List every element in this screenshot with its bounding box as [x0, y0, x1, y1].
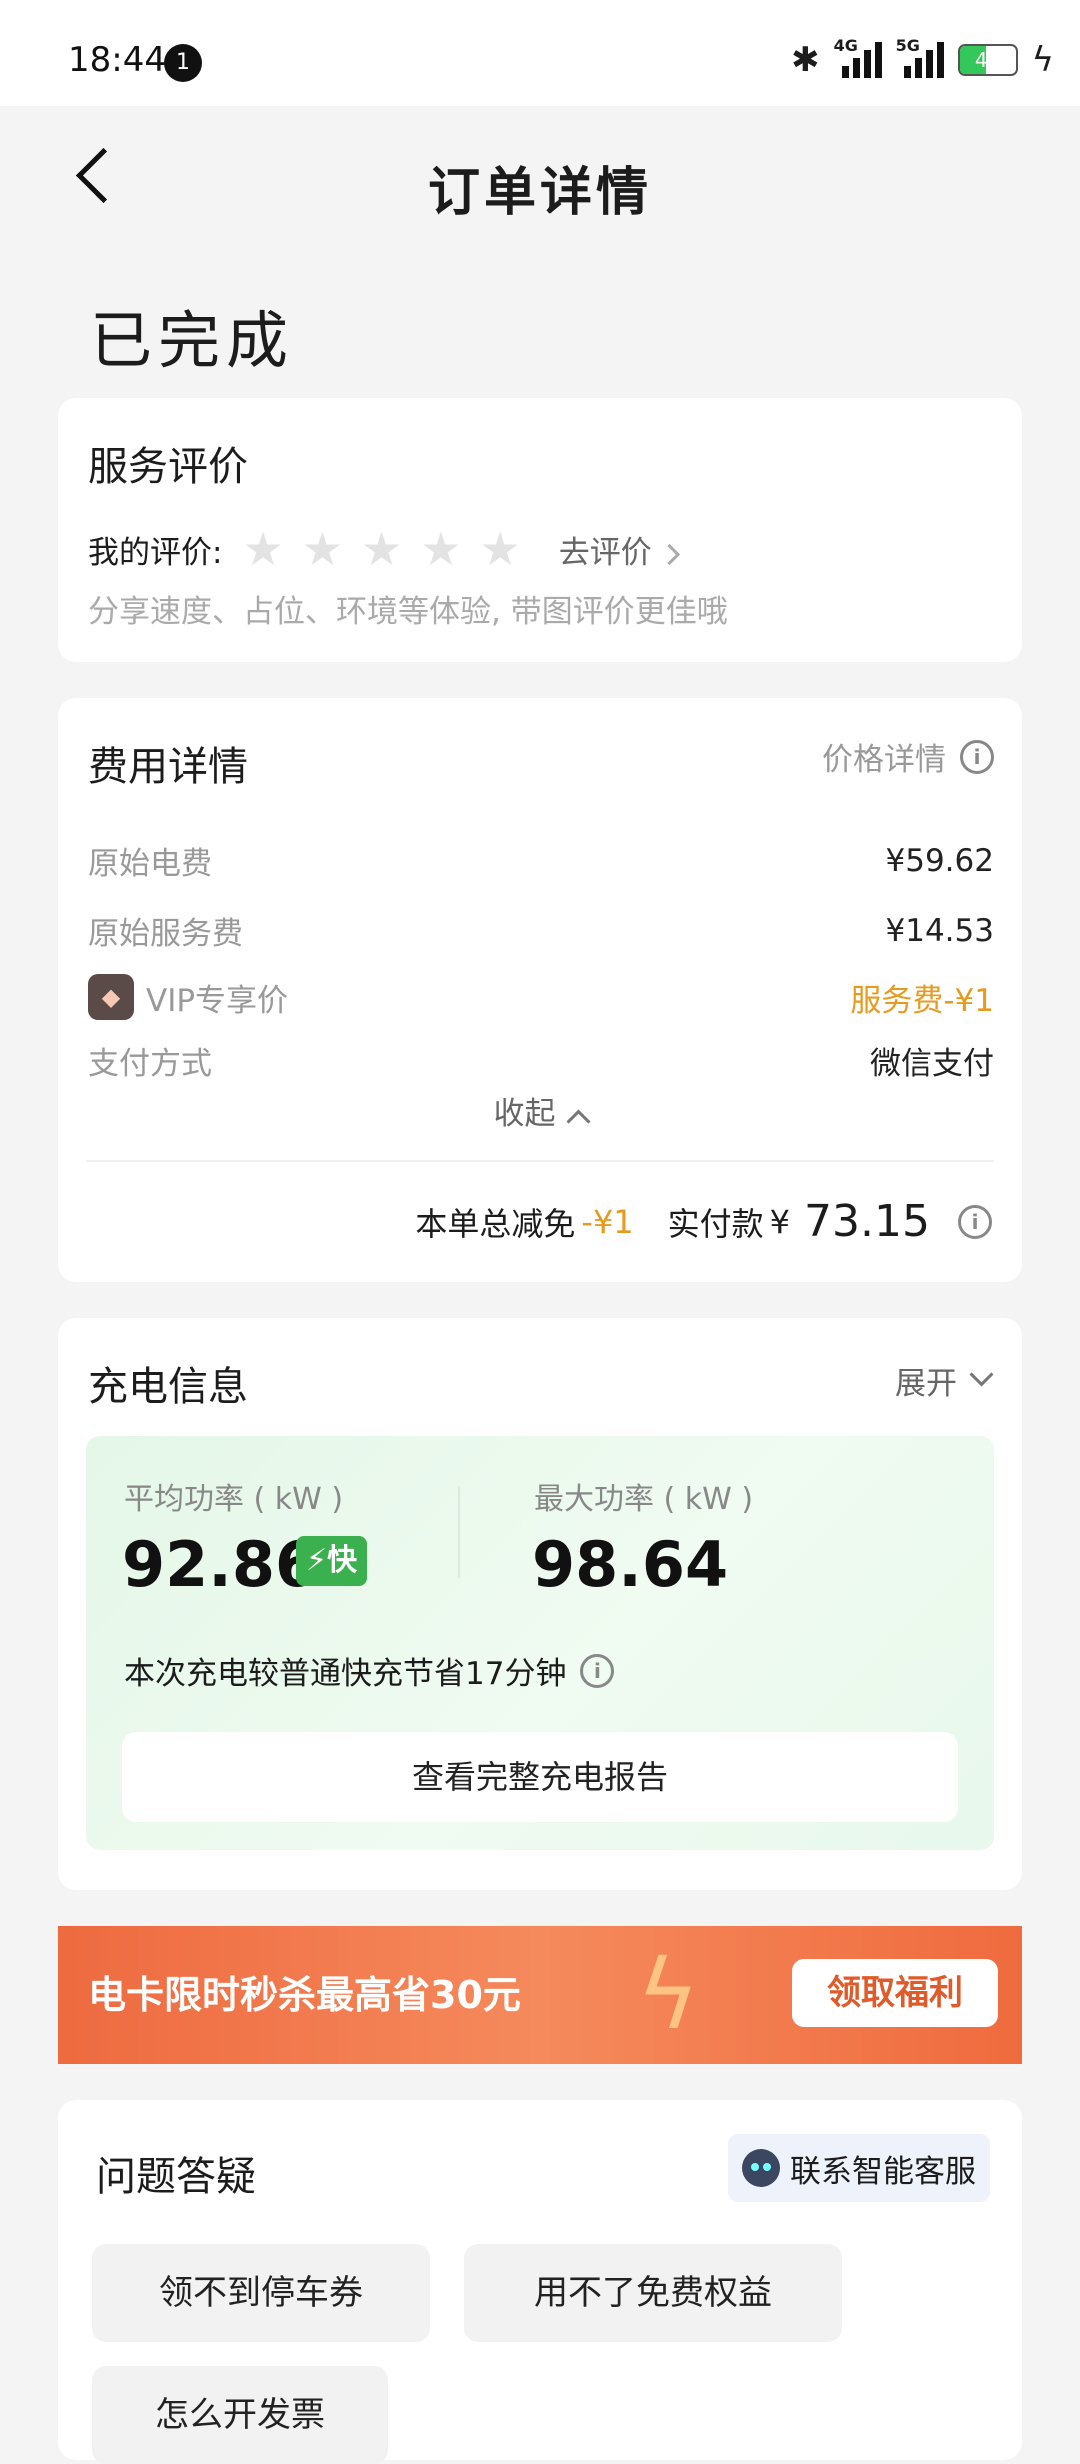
chevron-right-icon [658, 543, 680, 565]
info-icon[interactable]: i [958, 1204, 992, 1239]
faq-title: 问题答疑 [96, 2154, 256, 2200]
promo-text: 电卡限时秒杀最高省30元 [88, 1973, 521, 2017]
faq-chip[interactable]: 用不了免费权益 [464, 2244, 842, 2342]
rating-hint: 分享速度、占位、环境等体验, 带图评价更佳哦 [88, 594, 728, 630]
star-icon[interactable]: ★ [361, 526, 402, 572]
fee-label: 支付方式 [88, 1046, 212, 1082]
page-title: 订单详情 [427, 163, 652, 223]
fee-title: 费用详情 [88, 744, 248, 790]
charge-card: 充电信息 展开 平均功率 ( kW ) 92.86 ⚡快 最大功率 ( kW )… [58, 1318, 1022, 1890]
view-report-button[interactable]: 查看完整充电报告 [122, 1732, 958, 1822]
contact-ai-service-button[interactable]: 联系智能客服 [728, 2134, 990, 2202]
info-icon: i [960, 739, 994, 774]
info-icon[interactable]: i [580, 1653, 615, 1688]
max-power-label: 最大功率 ( kW ) [534, 1482, 754, 1517]
faq-card: 问题答疑 联系智能客服 领不到停车券 用不了免费权益 怎么开发票 [58, 2100, 1022, 2464]
vip-diamond-icon: ◆ [88, 974, 134, 1020]
fee-row: 原始服务费 ¥14.53 [88, 908, 994, 953]
fee-value: ¥59.62 [885, 842, 994, 879]
rating-card: 服务评价 我的评价: ★ ★ ★ ★ ★ 去评价 分享速度、占位、环境等体验, … [58, 398, 1022, 662]
status-icons: ✱ 4G 5G 47 ϟ [791, 36, 1054, 82]
fee-label: 原始电费 [88, 846, 212, 882]
fee-value: 服务费-¥1 [850, 982, 994, 1019]
rating-title: 服务评价 [88, 444, 248, 490]
paid-label: 实付款 [667, 1204, 764, 1243]
battery-icon: 47 [957, 44, 1018, 76]
fee-row: 支付方式 微信支付 [88, 1038, 994, 1083]
order-status: 已完成 [90, 304, 295, 377]
claim-benefit-button[interactable]: 领取福利 [792, 1959, 998, 2027]
rating-row: 我的评价: ★ ★ ★ ★ ★ 去评价 [88, 526, 680, 572]
bluetooth-icon: ✱ [791, 40, 820, 80]
max-power-value: 98.64 [532, 1528, 729, 1601]
star-icon[interactable]: ★ [302, 526, 343, 572]
fee-value: ¥14.53 [885, 912, 994, 949]
price-detail-link[interactable]: 价格详情 i [822, 734, 994, 779]
signal-4g-icon: 4G [834, 36, 882, 78]
faq-chip[interactable]: 怎么开发票 [92, 2366, 388, 2464]
paid-amount: 73.15 [804, 1196, 930, 1247]
charging-bolt-icon: ϟ [1031, 40, 1054, 80]
chevron-down-icon [969, 1362, 994, 1387]
total-discount-value: -¥1 [581, 1202, 634, 1241]
fee-card: 费用详情 价格详情 i 原始电费 ¥59.62 原始服务费 ¥14.53 ◆ V… [58, 698, 1022, 1282]
avg-power-label: 平均功率 ( kW ) [124, 1482, 344, 1517]
go-rate-link[interactable]: 去评价 [559, 527, 680, 572]
robot-icon [742, 2149, 780, 2187]
avg-power-value: 92.86 [122, 1528, 319, 1601]
star-icon[interactable]: ★ [420, 526, 461, 572]
time-saved-note: 本次充电较普通快充节省17分钟 i [124, 1648, 615, 1693]
status-time: 18:44 [68, 40, 166, 80]
fee-label: 原始服务费 [88, 916, 243, 952]
charge-title: 充电信息 [88, 1364, 248, 1410]
fee-row-vip: ◆ VIP专享价 服务费-¥1 [88, 974, 994, 1020]
paid-currency: ¥ [769, 1202, 791, 1241]
total-row: 本单总减免 -¥1 实付款 ¥ 73.15 i [415, 1196, 992, 1247]
divider [86, 1160, 994, 1162]
fast-charge-badge: ⚡快 [296, 1536, 368, 1586]
status-bar: 18:44 1 ✱ 4G 5G 47 ϟ [0, 0, 1080, 106]
expand-button[interactable]: 展开 [895, 1358, 994, 1403]
collapse-button[interactable]: 收起 [58, 1088, 1022, 1134]
faq-chip[interactable]: 领不到停车券 [92, 2244, 430, 2342]
fee-label: VIP专享价 [146, 982, 289, 1019]
charge-stats-panel: 平均功率 ( kW ) 92.86 ⚡快 最大功率 ( kW ) 98.64 本… [86, 1436, 994, 1850]
lightning-coin-icon: ϟ [636, 1939, 700, 2051]
star-icon[interactable]: ★ [479, 526, 520, 572]
promo-banner[interactable]: 电卡限时秒杀最高省30元 ϟ 领取福利 [58, 1926, 1022, 2064]
star-icon[interactable]: ★ [242, 526, 283, 572]
fee-row: 原始电费 ¥59.62 [88, 838, 994, 883]
notification-badge: 1 [164, 44, 202, 82]
total-discount-label: 本单总减免 [415, 1204, 576, 1243]
signal-5g-icon: 5G [896, 36, 944, 78]
rating-stars[interactable]: ★ ★ ★ ★ ★ [242, 526, 520, 572]
fee-value: 微信支付 [870, 1046, 994, 1082]
chevron-up-icon [565, 1109, 591, 1134]
divider [458, 1486, 460, 1578]
my-rating-label: 我的评价: [88, 534, 223, 571]
